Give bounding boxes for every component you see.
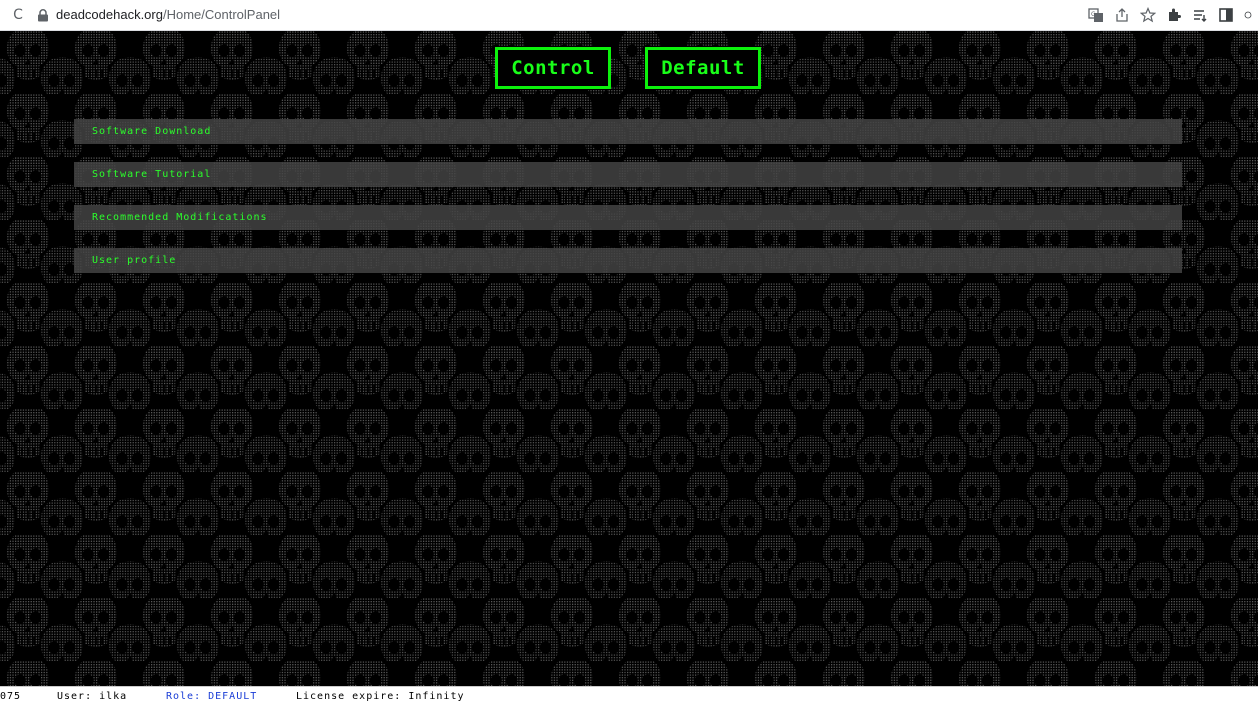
menu-item-user-profile[interactable]: User profile — [74, 248, 1182, 273]
status-role: Role: DEFAULT — [166, 691, 258, 702]
browser-toolbar: C deadcodehack.org/Home/ControlPanel G — [0, 0, 1258, 31]
extensions-icon[interactable] — [1166, 7, 1182, 23]
reading-list-icon[interactable] — [1192, 7, 1208, 23]
control-panel-page: Control Default Software Download Softwa… — [0, 31, 1258, 686]
menu-item-software-tutorial[interactable]: Software Tutorial — [74, 162, 1182, 187]
menu-item-software-download[interactable]: Software Download — [74, 119, 1182, 144]
reload-icon[interactable]: C — [8, 5, 28, 25]
side-panel-icon[interactable] — [1218, 7, 1234, 23]
menu-item-recommended-modifications[interactable]: Recommended Modifications — [74, 205, 1182, 230]
default-button[interactable]: Default — [645, 47, 761, 89]
share-icon[interactable] — [1114, 7, 1130, 23]
profile-icon[interactable] — [1244, 7, 1252, 23]
svg-text:G: G — [1091, 11, 1096, 18]
url-path: /Home/ControlPanel — [162, 7, 281, 22]
url-domain: deadcodehack.org — [56, 7, 163, 22]
browser-action-icons: G — [1088, 5, 1258, 25]
translate-icon[interactable]: G — [1088, 7, 1104, 23]
lock-icon[interactable] — [37, 9, 49, 22]
top-nav: Control Default — [495, 47, 761, 89]
address-bar[interactable]: deadcodehack.org/Home/ControlPanel — [56, 7, 280, 22]
status-license: License expire: Infinity — [296, 691, 465, 702]
status-id: 075 — [0, 691, 22, 702]
status-bar: 075 User: ilka Role: DEFAULT License exp… — [0, 686, 1258, 708]
control-menu: Software Download Software Tutorial Reco… — [74, 119, 1182, 291]
star-icon[interactable] — [1140, 7, 1156, 23]
control-button[interactable]: Control — [495, 47, 611, 89]
status-user: User: ilka — [57, 691, 128, 702]
